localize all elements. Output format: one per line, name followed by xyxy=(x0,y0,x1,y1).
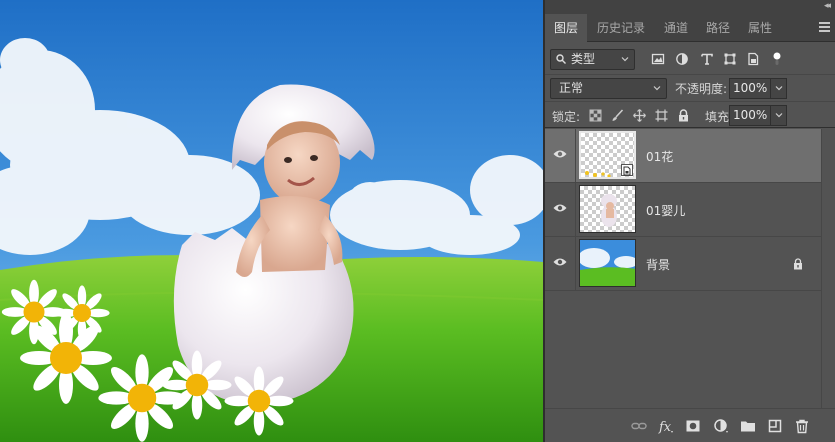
filter-kind-select[interactable]: 类型 xyxy=(550,49,635,70)
chevron-down-icon xyxy=(775,86,783,91)
filter-toggle-icon[interactable] xyxy=(772,52,782,66)
chevron-down-icon xyxy=(653,86,661,91)
filter-pixel-icon[interactable] xyxy=(651,52,665,66)
new-group-icon[interactable] xyxy=(740,418,756,434)
chevron-down-icon xyxy=(621,57,629,62)
panel-dock-bar: ◂◂ xyxy=(545,0,835,14)
link-layers-icon[interactable] xyxy=(631,418,647,434)
layers-scrollbar[interactable] xyxy=(821,129,835,408)
collapse-panels-icon[interactable]: ◂◂ xyxy=(824,1,831,11)
blend-mode-select[interactable]: 正常 xyxy=(550,78,667,99)
search-icon xyxy=(556,54,566,64)
layer-divider xyxy=(575,129,576,183)
fill-dropdown[interactable] xyxy=(771,105,787,126)
layers-bottom-toolbar: fx xyxy=(545,408,835,442)
layer-thumbnail[interactable] xyxy=(579,131,636,179)
tab-history[interactable]: 历史记录 xyxy=(588,14,654,42)
layer-row-flowers[interactable]: 01花 xyxy=(545,129,821,183)
tab-properties[interactable]: 属性 xyxy=(739,14,781,42)
fx-icon[interactable]: fx xyxy=(658,418,674,434)
smart-object-badge-icon xyxy=(621,164,633,176)
filter-kind-label: 类型 xyxy=(571,52,596,66)
lock-artboard-icon[interactable] xyxy=(655,109,668,122)
layers-list: 01花 01婴儿 背景 xyxy=(545,129,835,408)
adjustment-layer-icon[interactable] xyxy=(713,418,729,434)
layer-row-baby[interactable]: 01婴儿 xyxy=(545,183,821,237)
opacity-input[interactable]: 100% xyxy=(729,78,771,99)
layer-name: 01婴儿 xyxy=(646,204,686,218)
layer-name: 背景 xyxy=(646,258,671,272)
add-mask-icon[interactable] xyxy=(685,418,701,434)
layer-thumbnail[interactable] xyxy=(579,185,636,233)
filter-type-icon[interactable] xyxy=(700,52,714,66)
visibility-eye-icon[interactable] xyxy=(553,257,567,267)
filter-smartobject-icon[interactable] xyxy=(746,52,760,66)
panel-tabbar: 图层 历史记录 通道 路径 属性 xyxy=(545,14,835,42)
layer-divider xyxy=(575,237,576,291)
opacity-dropdown[interactable] xyxy=(771,78,787,99)
lock-all-icon[interactable] xyxy=(677,109,690,122)
lock-paint-icon[interactable] xyxy=(611,109,624,122)
svg-text:fx: fx xyxy=(658,420,672,434)
layer-row-background[interactable]: 背景 xyxy=(545,237,821,291)
chevron-down-icon xyxy=(775,113,783,118)
panel-menu-icon[interactable] xyxy=(819,22,830,32)
filter-adjustment-icon[interactable] xyxy=(675,52,689,66)
opacity-label: 不透明度: xyxy=(675,82,728,96)
document-canvas[interactable] xyxy=(0,0,543,442)
layer-locked-icon[interactable] xyxy=(793,258,803,270)
layer-divider xyxy=(575,183,576,237)
lock-transparent-icon[interactable] xyxy=(589,109,602,122)
layer-thumbnail[interactable] xyxy=(579,239,636,287)
layer-filter-row: 类型 xyxy=(545,43,835,73)
tab-layers[interactable]: 图层 xyxy=(545,14,588,42)
tab-channels[interactable]: 通道 xyxy=(655,14,697,42)
lock-position-icon[interactable] xyxy=(633,109,646,122)
layer-name: 01花 xyxy=(646,150,674,164)
layers-panel: ◂◂ 图层 历史记录 通道 路径 属性 类型 正常 不透明度: 100% 锁定:… xyxy=(543,0,835,442)
blend-mode-value: 正常 xyxy=(559,81,584,95)
blend-opacity-row: 正常 不透明度: 100% xyxy=(545,74,835,101)
visibility-eye-icon[interactable] xyxy=(553,203,567,213)
background-thumbnail-image xyxy=(580,240,635,286)
new-layer-icon[interactable] xyxy=(767,418,783,434)
canvas-artwork xyxy=(0,0,543,442)
visibility-eye-icon[interactable] xyxy=(553,149,567,159)
baby-thumbnail-image xyxy=(601,194,617,227)
lock-label: 锁定: xyxy=(552,110,581,124)
lock-fill-row: 锁定: 填充: 100% xyxy=(545,101,835,128)
tab-paths[interactable]: 路径 xyxy=(697,14,739,42)
filter-shape-icon[interactable] xyxy=(723,52,737,66)
fill-input[interactable]: 100% xyxy=(729,105,771,126)
trash-icon[interactable] xyxy=(794,418,810,434)
